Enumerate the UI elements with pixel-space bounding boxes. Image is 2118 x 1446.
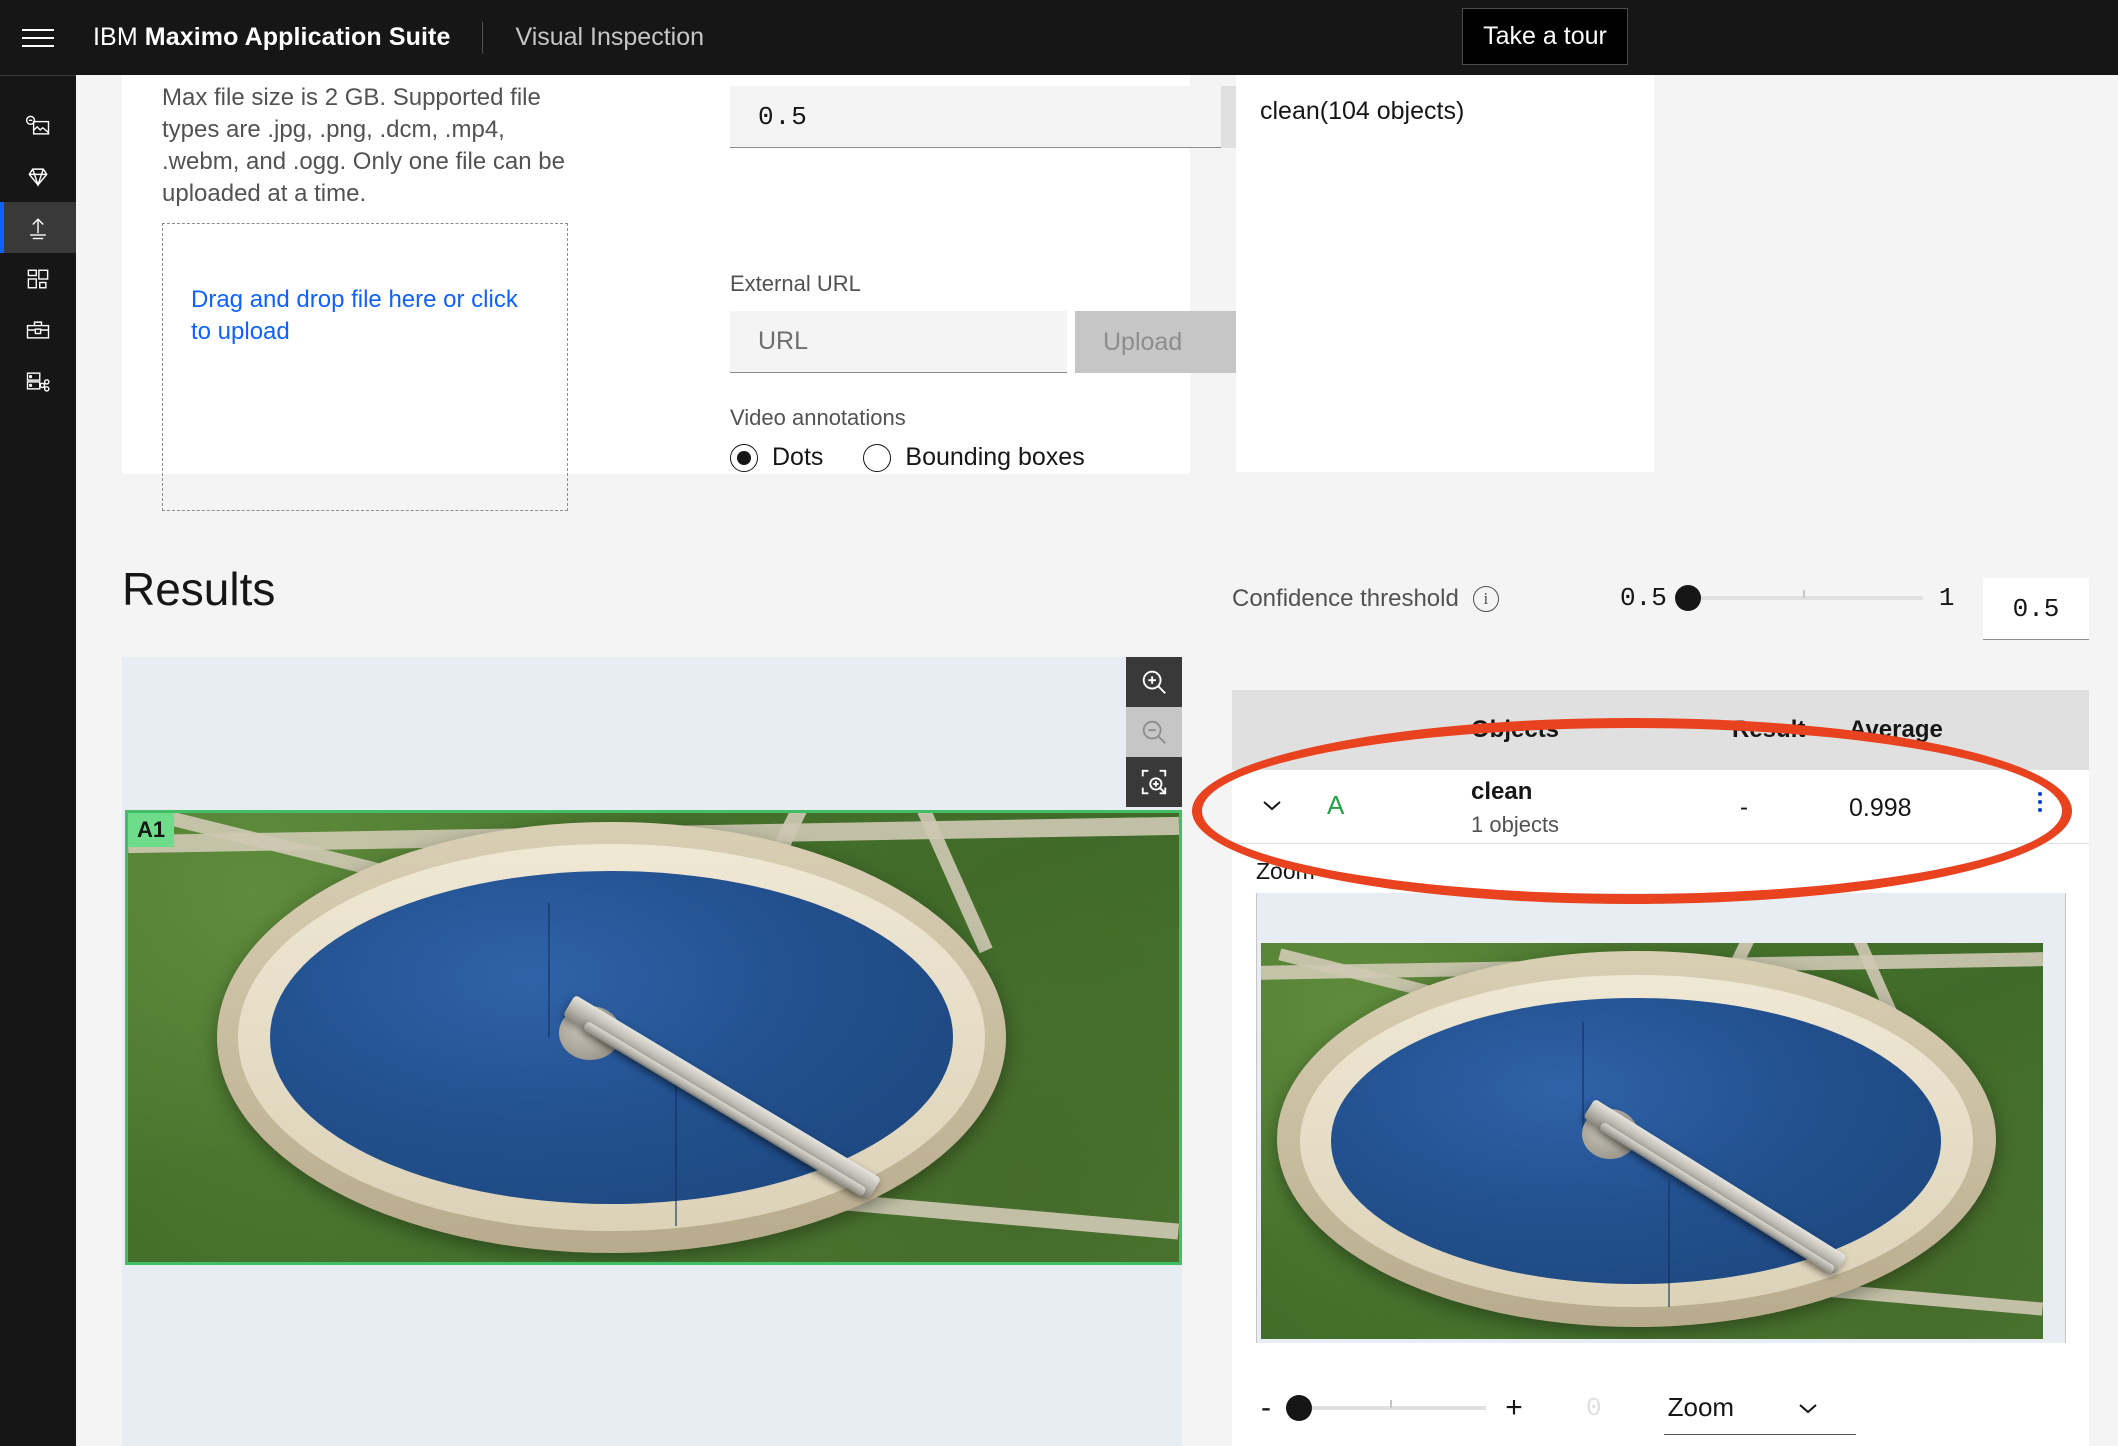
hamburger-icon [21, 23, 54, 53]
zoom-value: 0 [1586, 1393, 1602, 1423]
header-divider [482, 21, 484, 54]
column-header-average: Average [1849, 716, 1943, 743]
zoom-in-button[interactable] [1126, 657, 1182, 707]
brand-name: Maximo Application Suite [144, 23, 451, 51]
video-annotations-label: Video annotations [730, 405, 906, 430]
confidence-threshold-label: Confidence threshold [1232, 585, 1459, 612]
product-name: Visual Inspection [515, 23, 705, 51]
row-expand-button[interactable] [1260, 798, 1284, 817]
server-share-icon [26, 371, 50, 392]
confidence-slider-min: 0.5 [1620, 583, 1667, 613]
confidence-slider-max: 1 [1938, 583, 1955, 613]
upload-icon [30, 217, 46, 239]
results-table-header: Objects Result Average [1232, 690, 2089, 770]
objects-summary-panel: clean(104 objects) [1236, 75, 1654, 472]
confidence-value-input[interactable]: 0.5 [1983, 578, 2089, 640]
image-tag-icon [25, 115, 50, 135]
confidence-slider[interactable]: 0.5 1 [1620, 583, 1954, 613]
zoom-slider-midpoint-tick [1390, 1400, 1392, 1408]
number-input[interactable]: 0.5 [730, 86, 1273, 148]
sidebar-item-images[interactable] [0, 100, 76, 151]
confidence-threshold-row: Confidence threshold i [1232, 585, 1499, 613]
zoom-out-button[interactable]: - [1252, 1391, 1280, 1425]
brand-title: IBM Maximo Application Suite [93, 23, 450, 52]
row-object-count: 1 objects [1471, 812, 1560, 837]
sidebar-item-projects[interactable] [0, 253, 76, 304]
confidence-slider-track[interactable] [1674, 585, 1923, 611]
external-url-label: External URL [730, 271, 861, 296]
zoom-out-icon [1142, 720, 1166, 744]
detail-aerial-photo [1261, 943, 2043, 1339]
objects-summary-text: clean(104 objects) [1260, 97, 1465, 125]
radio-dots-label: Dots [772, 443, 824, 471]
url-input-placeholder: URL [758, 327, 809, 355]
radio-bounding-boxes[interactable]: Bounding boxes [863, 443, 1085, 472]
external-url-row: URL Upload [730, 311, 1265, 373]
brand-prefix: IBM [93, 23, 138, 51]
sidebar-item-toolbox[interactable] [0, 304, 76, 355]
table-row[interactable]: A clean 1 objects - 0.998 [1232, 770, 2089, 844]
kebab-menu-icon[interactable] [2038, 792, 2042, 812]
zoom-mode-select[interactable]: Zoom [1663, 1381, 1856, 1435]
row-average-value: 0.998 [1849, 794, 1912, 822]
zoom-in-icon [1142, 670, 1166, 694]
radio-bounding-boxes-label: Bounding boxes [905, 443, 1085, 471]
zoom-out-button[interactable] [1126, 707, 1182, 757]
main-image-viewer[interactable]: A1 [122, 657, 1182, 1446]
radio-bounding-boxes-circle [863, 443, 892, 472]
aerial-clarifier-photo [128, 813, 1179, 1262]
app-header: IBM Maximo Application Suite Visual Insp… [0, 0, 2118, 75]
zoom-mode-label: Zoom [1667, 1392, 1735, 1422]
video-annotations-radio-group: Dots Bounding boxes [730, 443, 1125, 472]
zoom-caption: Zoom [1256, 858, 1315, 884]
take-a-tour-button[interactable]: Take a tour [1462, 8, 1628, 65]
detail-zoom-controls: - + 0 Zoom [1232, 1370, 2089, 1446]
column-header-result: Result [1732, 716, 1806, 743]
sidebar-item-deploy-upload[interactable] [0, 202, 76, 253]
zoom-slider-track[interactable] [1286, 1395, 1486, 1421]
row-tag-label: A [1327, 790, 1345, 820]
hamburger-menu-icon[interactable] [0, 0, 75, 75]
column-header-objects: Objects [1471, 716, 1560, 743]
zoom-slider-thumb[interactable] [1286, 1395, 1312, 1421]
zoom-to-fit-icon [1141, 769, 1167, 795]
url-input[interactable]: URL [730, 311, 1067, 373]
sidebar-item-models[interactable] [0, 151, 76, 202]
dropzone-link[interactable]: Drag and drop file here or click to uplo… [191, 284, 531, 348]
results-heading: Results [122, 563, 276, 615]
confidence-slider-thumb[interactable] [1674, 585, 1701, 611]
row-result-value: - [1740, 794, 1748, 821]
upload-panel: Max file size is 2 GB. Supported file ty… [122, 75, 1273, 511]
sidebar-item-deployed-models[interactable] [0, 355, 76, 406]
viewer-toolbar [1126, 657, 1182, 807]
detected-object-bbox[interactable]: A1 [125, 810, 1182, 1265]
radio-dots-circle [730, 443, 758, 472]
toolbox-icon [26, 320, 50, 339]
upload-helper-text: Max file size is 2 GB. Supported file ty… [162, 84, 565, 207]
zoom-to-fit-button[interactable] [1126, 757, 1182, 807]
bbox-label: A1 [128, 813, 175, 847]
radio-dots[interactable]: Dots [730, 443, 823, 472]
chevron-down-icon [1263, 801, 1281, 811]
grid-layout-icon [27, 269, 49, 288]
file-dropzone[interactable]: Drag and drop file here or click to uplo… [162, 223, 568, 511]
diamond-icon [28, 167, 48, 187]
results-panel: Objects Result Average A clean 1 objects… [1232, 690, 2089, 1446]
info-icon[interactable]: i [1472, 586, 1499, 612]
chevron-down-icon [1798, 1403, 1817, 1413]
slider-midpoint-tick [1802, 590, 1805, 598]
zoom-in-button[interactable]: + [1500, 1391, 1528, 1425]
left-nav-rail [0, 75, 76, 1446]
detail-image-viewer[interactable] [1256, 893, 2066, 1343]
row-object-name: clean [1471, 778, 1533, 805]
number-input-value: 0.5 [758, 101, 808, 132]
